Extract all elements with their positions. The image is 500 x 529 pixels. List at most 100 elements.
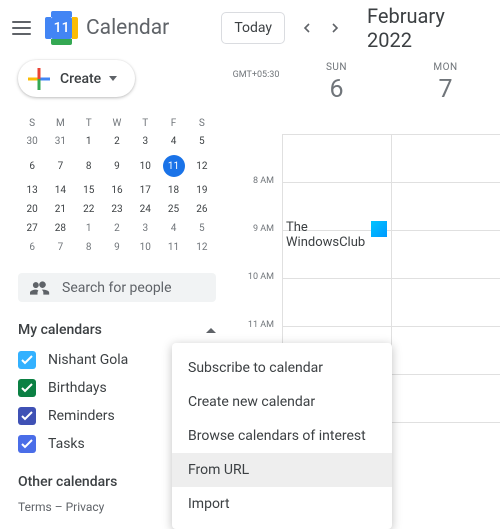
- privacy-link[interactable]: Privacy: [66, 500, 105, 514]
- mini-day[interactable]: 16: [103, 181, 131, 200]
- mini-day[interactable]: 13: [18, 181, 46, 200]
- mini-day[interactable]: 9: [103, 238, 131, 257]
- mini-dow: W: [103, 115, 131, 132]
- day-column-header[interactable]: SUN 6: [282, 56, 391, 134]
- timezone-label: GMT+05:30: [230, 56, 282, 134]
- mini-day[interactable]: 26: [188, 200, 216, 219]
- mini-day[interactable]: 18: [159, 181, 187, 200]
- mini-dow: T: [131, 115, 159, 132]
- menu-item[interactable]: Browse calendars of interest: [172, 419, 392, 453]
- mini-day[interactable]: 7: [46, 238, 74, 257]
- checkbox-icon[interactable]: [18, 379, 36, 397]
- brand-title: Calendar: [86, 16, 169, 40]
- app-header: 11 Calendar Today February 2022: [0, 0, 500, 56]
- mini-day[interactable]: 20: [18, 200, 46, 219]
- hour-label: [230, 134, 282, 182]
- mini-day[interactable]: 19: [188, 181, 216, 200]
- time-cell[interactable]: [391, 374, 500, 422]
- terms-link[interactable]: Terms: [18, 500, 52, 514]
- time-cell[interactable]: [391, 278, 500, 326]
- mini-day[interactable]: 4: [159, 219, 187, 238]
- mini-day[interactable]: 5: [188, 219, 216, 238]
- calendar-label: Tasks: [48, 436, 85, 452]
- mini-dow: T: [75, 115, 103, 132]
- prev-period-button[interactable]: [293, 14, 321, 42]
- menu-item[interactable]: Import: [172, 487, 392, 521]
- time-cell[interactable]: [282, 134, 391, 182]
- menu-icon[interactable]: [10, 16, 33, 40]
- time-cell[interactable]: [391, 134, 500, 182]
- mini-day[interactable]: 22: [75, 200, 103, 219]
- people-search-icon: [30, 278, 50, 298]
- mini-day[interactable]: 31: [46, 132, 74, 151]
- mini-day[interactable]: 12: [188, 151, 216, 181]
- mini-day[interactable]: 17: [131, 181, 159, 200]
- mini-dow: M: [46, 115, 74, 132]
- mini-day[interactable]: 15: [75, 181, 103, 200]
- menu-item[interactable]: Subscribe to calendar: [172, 351, 392, 385]
- mini-day[interactable]: 12: [188, 238, 216, 257]
- mini-day[interactable]: 21: [46, 200, 74, 219]
- current-range-title: February 2022: [367, 4, 490, 52]
- create-button[interactable]: Create: [18, 60, 135, 97]
- mini-calendar: SMTWTFS303112345678910111213141516171819…: [18, 115, 216, 257]
- chevron-up-icon: [206, 328, 216, 333]
- mini-day[interactable]: 1: [75, 132, 103, 151]
- mini-day[interactable]: 24: [131, 200, 159, 219]
- mini-day[interactable]: 8: [75, 238, 103, 257]
- hour-label: 8 AM: [230, 176, 282, 224]
- hour-label: 10 AM: [230, 272, 282, 320]
- mini-day[interactable]: 3: [131, 219, 159, 238]
- add-calendar-menu: Subscribe to calendarCreate new calendar…: [172, 343, 392, 529]
- mini-day[interactable]: 10: [131, 238, 159, 257]
- mini-day[interactable]: 14: [46, 181, 74, 200]
- mini-day[interactable]: 10: [131, 151, 159, 181]
- mini-day[interactable]: 5: [188, 132, 216, 151]
- mini-day[interactable]: 2: [103, 219, 131, 238]
- mini-dow: S: [18, 115, 46, 132]
- chevron-down-icon: [109, 76, 117, 81]
- mini-day[interactable]: 6: [18, 151, 46, 181]
- mini-day[interactable]: 23: [103, 200, 131, 219]
- mini-day[interactable]: 6: [18, 238, 46, 257]
- time-cell[interactable]: [391, 230, 500, 278]
- day-column-header[interactable]: MON 7: [391, 56, 500, 134]
- my-calendars-label: My calendars: [18, 322, 102, 338]
- mini-day[interactable]: 2: [103, 132, 131, 151]
- mini-day[interactable]: 1: [75, 219, 103, 238]
- checkbox-icon[interactable]: [18, 351, 36, 369]
- calendar-label: Nishant Gola: [48, 352, 128, 368]
- calendar-label: Birthdays: [48, 380, 107, 396]
- calendar-logo-icon: 11: [45, 11, 78, 45]
- mini-day[interactable]: 11: [159, 238, 187, 257]
- mini-day[interactable]: 4: [159, 132, 187, 151]
- next-period-button[interactable]: [321, 14, 349, 42]
- today-button[interactable]: Today: [221, 12, 285, 44]
- checkbox-icon[interactable]: [18, 435, 36, 453]
- mini-day[interactable]: 9: [103, 151, 131, 181]
- watermark: TheWindowsClub: [286, 221, 387, 250]
- time-cell[interactable]: [391, 422, 500, 470]
- mini-day[interactable]: 11: [159, 151, 187, 181]
- mini-dow: S: [188, 115, 216, 132]
- search-placeholder: Search for people: [62, 280, 172, 296]
- time-cell[interactable]: [391, 182, 500, 230]
- plus-icon: [28, 68, 50, 90]
- mini-day[interactable]: 3: [131, 132, 159, 151]
- mini-day[interactable]: 28: [46, 219, 74, 238]
- menu-item[interactable]: From URL: [172, 453, 392, 487]
- menu-item[interactable]: Create new calendar: [172, 385, 392, 419]
- mini-day[interactable]: 25: [159, 200, 187, 219]
- my-calendars-toggle[interactable]: My calendars: [18, 322, 216, 338]
- watermark-icon: [371, 221, 387, 237]
- search-people-input[interactable]: Search for people: [18, 273, 216, 302]
- mini-day[interactable]: 30: [18, 132, 46, 151]
- time-cell[interactable]: [282, 278, 391, 326]
- time-cell[interactable]: [391, 326, 500, 374]
- mini-day[interactable]: 8: [75, 151, 103, 181]
- mini-day[interactable]: 27: [18, 219, 46, 238]
- hour-label: 9 AM: [230, 224, 282, 272]
- mini-day[interactable]: 7: [46, 151, 74, 181]
- checkbox-icon[interactable]: [18, 407, 36, 425]
- mini-dow: F: [159, 115, 187, 132]
